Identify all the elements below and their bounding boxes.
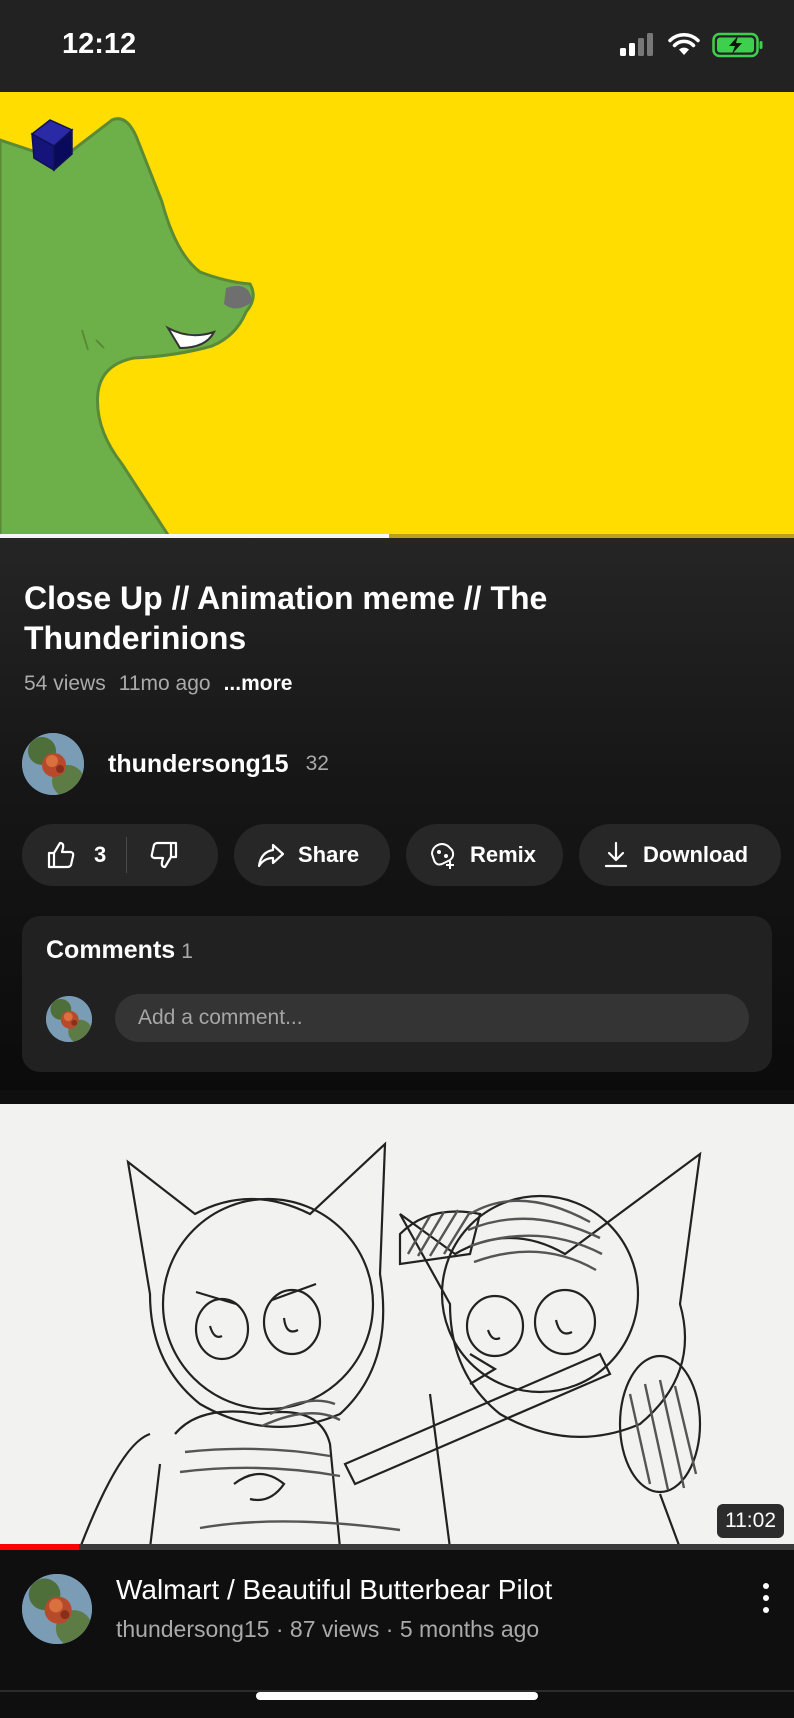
comments-section[interactable]: Comments 1 [22, 916, 772, 1072]
thumbs-down-icon [150, 841, 178, 869]
action-buttons: 3 Share Remix Download [22, 824, 781, 886]
channel-row[interactable]: thundersong15 32 [22, 732, 329, 796]
video-player[interactable] [0, 92, 794, 538]
thumbs-up-icon [47, 841, 75, 869]
like-button[interactable]: 3 [46, 840, 106, 870]
channel-avatar[interactable] [22, 733, 84, 795]
like-divider [126, 837, 128, 873]
video-duration-badge: 11:02 [717, 1504, 784, 1538]
download-icon [604, 841, 628, 868]
video-meta[interactable]: 54 views 11mo ago ...more [24, 672, 292, 696]
like-dislike-group: 3 [22, 824, 218, 886]
comments-count: 1 [181, 940, 193, 963]
download-label: Download [643, 842, 749, 867]
next-video-meta: thundersong15 · 87 views · 5 months ago [116, 1616, 540, 1642]
remix-button[interactable]: Remix [406, 824, 563, 886]
more-description-link[interactable]: ...more [224, 672, 293, 696]
share-icon [257, 843, 285, 868]
home-indicator[interactable] [256, 1692, 538, 1700]
upload-age: 11mo ago [118, 672, 211, 695]
status-icons [620, 32, 764, 58]
comments-title: Comments [46, 936, 176, 964]
user-avatar [46, 996, 92, 1042]
dislike-button[interactable] [149, 840, 179, 870]
comments-heading: Comments 1 [46, 936, 193, 965]
cellular-signal-icon [620, 33, 653, 56]
add-comment-input[interactable] [115, 994, 749, 1042]
battery-charging-icon [712, 32, 763, 58]
remix-label: Remix [470, 842, 537, 867]
view-count: 54 views [24, 672, 106, 695]
channel-name[interactable]: thundersong15 [108, 750, 289, 779]
status-bar: 12:12 [0, 0, 794, 92]
subscriber-count: 32 [305, 752, 329, 775]
video-frame [0, 92, 794, 538]
video-title: Close Up // Animation meme // The Thunde… [24, 580, 548, 656]
next-video-info[interactable]: Walmart / Beautiful Butterbear Pilot thu… [0, 1550, 794, 1718]
status-time: 12:12 [62, 28, 137, 60]
next-video-channel-avatar[interactable] [22, 1574, 92, 1644]
wifi-icon [668, 33, 700, 55]
more-options-icon[interactable] [756, 1578, 776, 1618]
like-count: 3 [94, 842, 107, 867]
remix-icon [430, 843, 455, 869]
share-button[interactable]: Share [234, 824, 390, 886]
next-video-title[interactable]: Walmart / Beautiful Butterbear Pilot [116, 1574, 552, 1606]
next-video-thumbnail[interactable]: 11:02 [0, 1104, 794, 1548]
share-label: Share [298, 842, 360, 867]
video-details: Close Up // Animation meme // The Thunde… [0, 538, 794, 1090]
sketch-thumbnail-art [0, 1104, 794, 1548]
download-button[interactable]: Download [579, 824, 781, 886]
